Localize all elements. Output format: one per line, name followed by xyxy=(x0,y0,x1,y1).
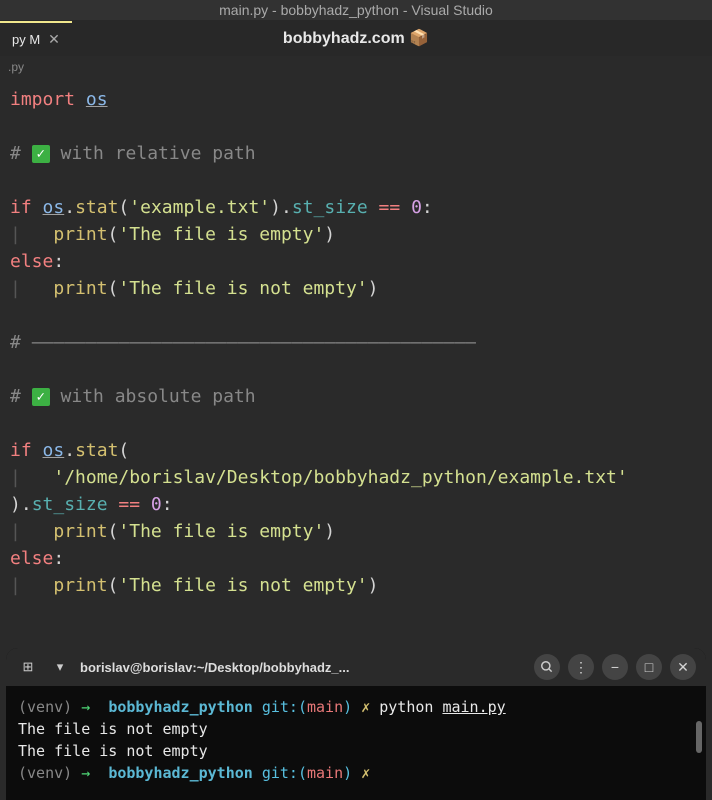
terminal-panel: ⊞ ▾ borislav@borislav:~/Desktop/bobbyhad… xyxy=(6,648,706,800)
menu-icon[interactable]: ⋮ xyxy=(568,654,594,680)
comment: # xyxy=(10,143,32,164)
string-literal: 'The file is empty' xyxy=(118,521,324,542)
close-icon[interactable]: ✕ xyxy=(670,654,696,680)
breadcrumb: .py xyxy=(0,56,712,78)
operator-eq: == xyxy=(118,494,140,515)
check-icon: ✓ xyxy=(32,145,50,163)
number-zero: 0 xyxy=(151,494,162,515)
prompt-venv: (venv) xyxy=(18,764,72,782)
maximize-icon[interactable]: □ xyxy=(636,654,662,680)
separator-line: ————————————————————————————————————————… xyxy=(32,332,476,353)
code-editor[interactable]: import os # ✓ with relative path if os.s… xyxy=(0,78,712,607)
string-literal: 'The file is not empty' xyxy=(118,575,367,596)
prompt-dir: bobbyhadz_python xyxy=(108,764,253,782)
prompt-branch: main xyxy=(307,764,343,782)
string-literal: '/home/borislav/Desktop/bobbyhadz_python… xyxy=(53,467,627,488)
module-os: os xyxy=(86,89,108,110)
func-stat: stat xyxy=(75,440,118,461)
keyword-if: if xyxy=(10,440,32,461)
prompt-git-close: ) xyxy=(343,698,352,716)
number-zero: 0 xyxy=(411,197,422,218)
tab-label: py M xyxy=(12,32,40,47)
keyword-if: if xyxy=(10,197,32,218)
comment-sep: # xyxy=(10,332,32,353)
scrollbar[interactable] xyxy=(696,721,702,753)
keyword-else: else xyxy=(10,251,53,272)
prompt-arrow: → xyxy=(81,764,90,782)
terminal-body[interactable]: (venv) → bobbyhadz_python git:(main) ✗ p… xyxy=(6,686,706,800)
operator-eq: == xyxy=(379,197,401,218)
new-tab-icon[interactable]: ⊞ xyxy=(16,655,40,679)
window-title: main.py - bobbyhadz_python - Visual Stud… xyxy=(0,0,712,20)
prompt-venv: (venv) xyxy=(18,698,72,716)
var-os: os xyxy=(43,197,65,218)
comment: # xyxy=(10,386,32,407)
func-print: print xyxy=(53,278,107,299)
func-print: print xyxy=(53,575,107,596)
prompt-git-close: ) xyxy=(343,764,352,782)
minimize-icon[interactable]: − xyxy=(602,654,628,680)
comment-text: with relative path xyxy=(50,143,256,164)
command-file: main.py xyxy=(442,698,505,716)
keyword-import: import xyxy=(10,89,75,110)
output-line: The file is not empty xyxy=(18,742,208,760)
terminal-title: borislav@borislav:~/Desktop/bobbyhadz_..… xyxy=(80,660,526,675)
string-literal: 'The file is not empty' xyxy=(118,278,367,299)
prop-st-size: st_size xyxy=(32,494,108,515)
var-os: os xyxy=(43,440,65,461)
comment-text: with absolute path xyxy=(50,386,256,407)
func-stat: stat xyxy=(75,197,118,218)
string-literal: 'The file is empty' xyxy=(118,224,324,245)
prompt-arrow: → xyxy=(81,698,90,716)
func-print: print xyxy=(53,224,107,245)
func-print: print xyxy=(53,521,107,542)
tab-bar: py M ✕ bobbyhadz.com 📦 xyxy=(0,20,712,56)
prompt-dirty-icon: ✗ xyxy=(361,698,370,716)
tab-main-py[interactable]: py M ✕ xyxy=(0,21,72,56)
prompt-git: git:( xyxy=(262,698,307,716)
search-icon[interactable] xyxy=(534,654,560,680)
prompt-dirty-icon: ✗ xyxy=(361,764,370,782)
terminal-header: ⊞ ▾ borislav@borislav:~/Desktop/bobbyhad… xyxy=(6,648,706,686)
prop-st-size: st_size xyxy=(292,197,368,218)
output-line: The file is not empty xyxy=(18,720,208,738)
close-icon[interactable]: ✕ xyxy=(48,31,60,48)
keyword-else: else xyxy=(10,548,53,569)
prompt-dir: bobbyhadz_python xyxy=(108,698,253,716)
prompt-git: git:( xyxy=(262,764,307,782)
chevron-down-icon[interactable]: ▾ xyxy=(48,655,72,679)
check-icon: ✓ xyxy=(32,388,50,406)
command-text: python xyxy=(379,698,442,716)
prompt-branch: main xyxy=(307,698,343,716)
tab-center-title: bobbyhadz.com 📦 xyxy=(283,28,429,48)
string-literal: 'example.txt' xyxy=(129,197,270,218)
